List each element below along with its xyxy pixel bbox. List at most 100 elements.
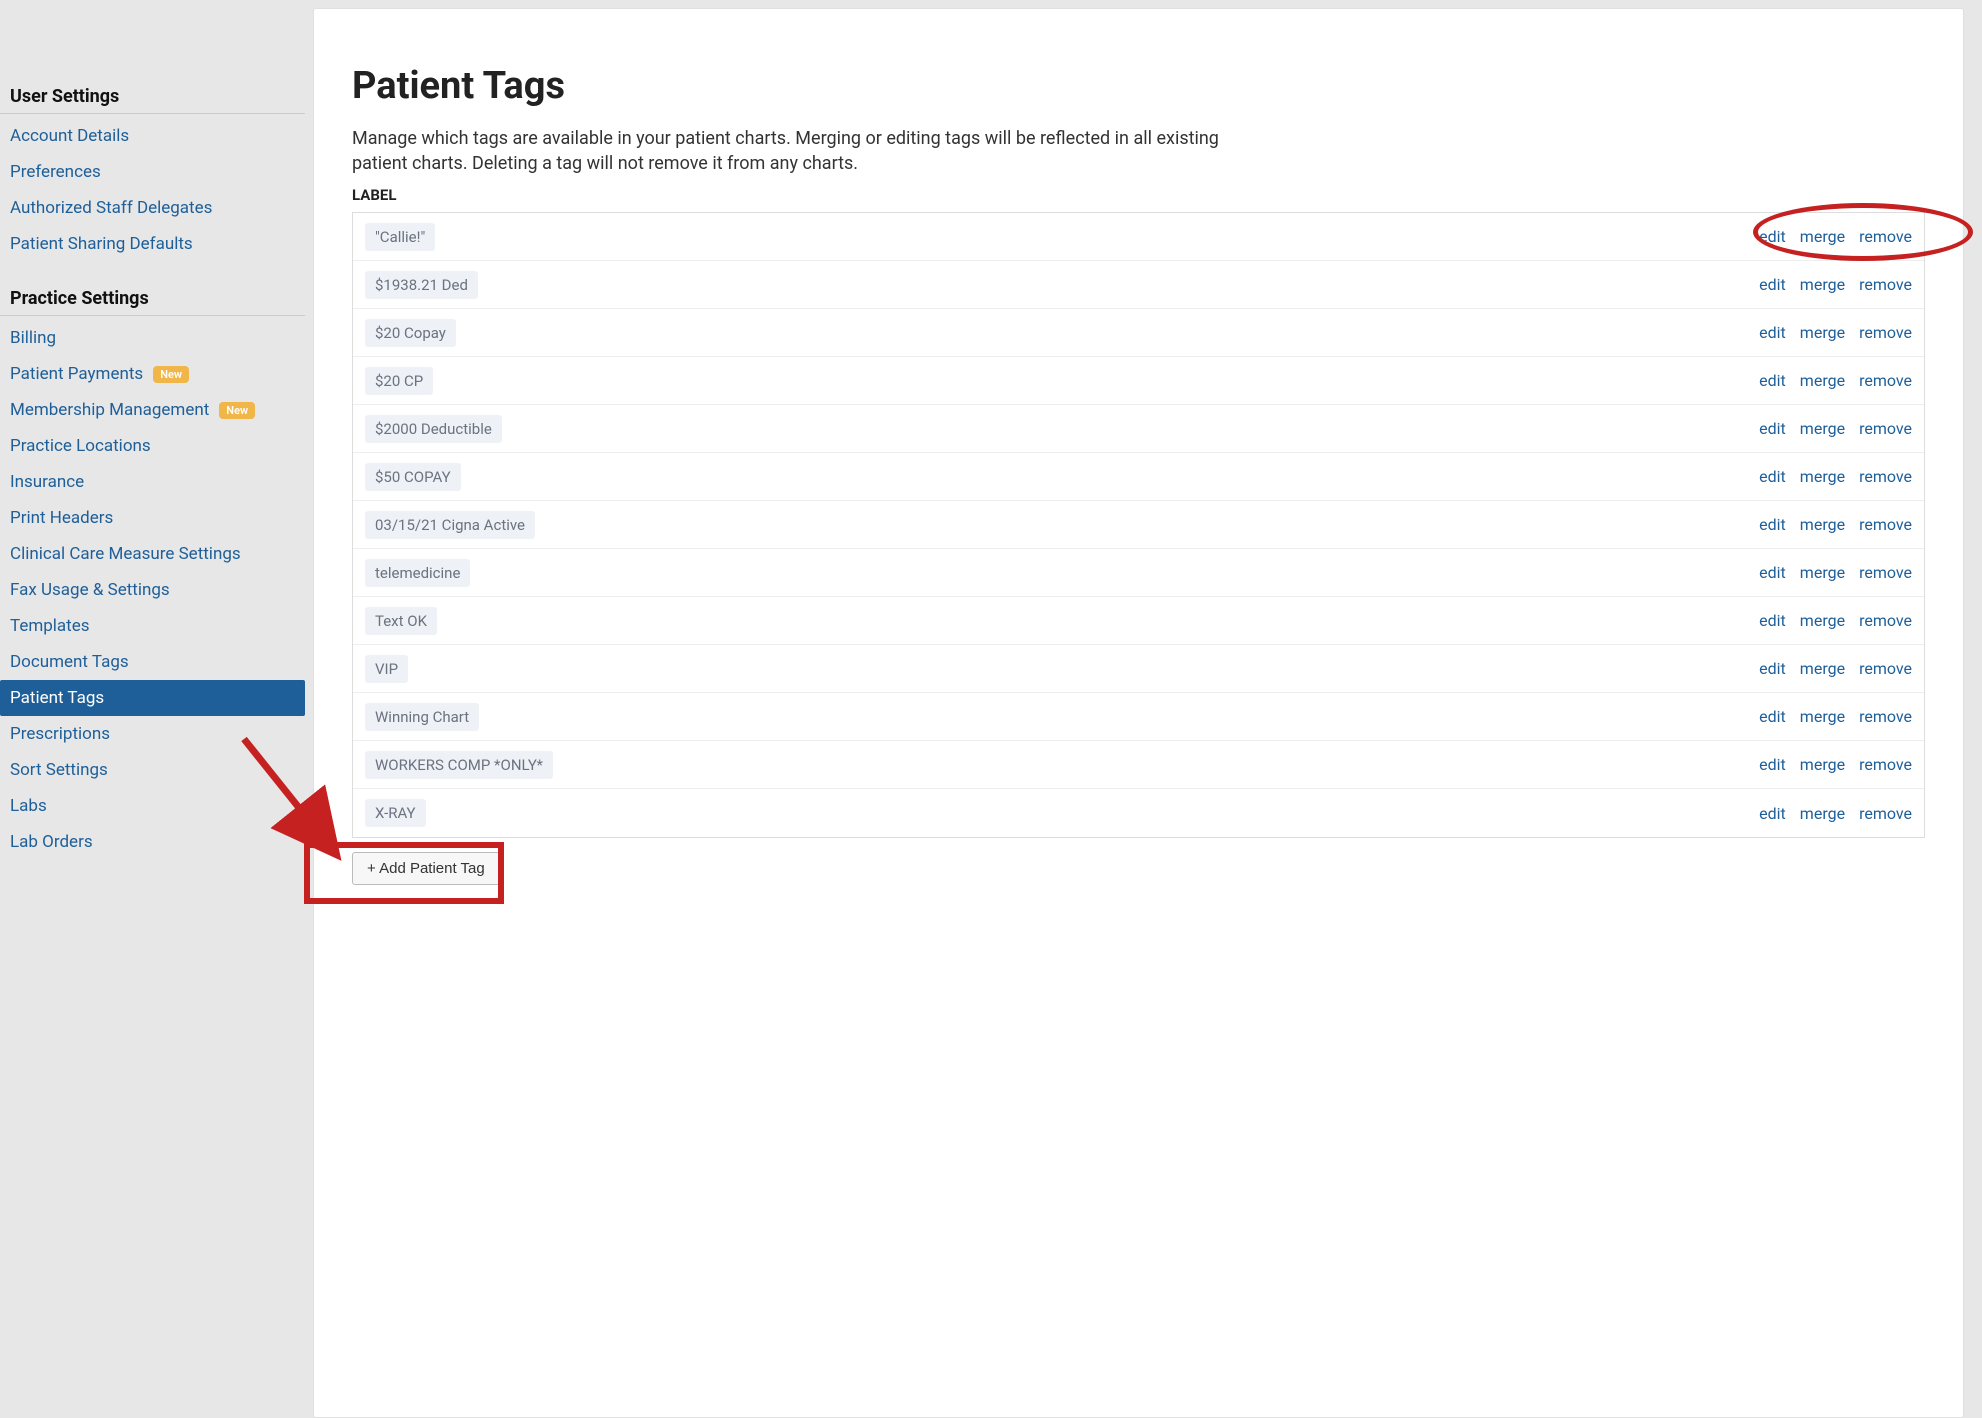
sidebar-item-label: Prescriptions — [10, 724, 110, 744]
sidebar-item-lab-orders[interactable]: Lab Orders — [0, 824, 305, 860]
sidebar-item-document-tags[interactable]: Document Tags — [0, 644, 305, 680]
merge-link[interactable]: merge — [1800, 323, 1845, 342]
table-row: $1938.21 Ded edit merge remove — [353, 261, 1924, 309]
sidebar-item-billing[interactable]: Billing — [0, 320, 305, 356]
remove-link[interactable]: remove — [1859, 515, 1912, 534]
sidebar-item-label: Clinical Care Measure Settings — [10, 544, 241, 564]
sidebar-item-prescriptions[interactable]: Prescriptions — [0, 716, 305, 752]
edit-link[interactable]: edit — [1759, 515, 1786, 534]
table-row: $50 COPAY edit merge remove — [353, 453, 1924, 501]
edit-link[interactable]: edit — [1759, 275, 1786, 294]
sidebar-item-insurance[interactable]: Insurance — [0, 464, 305, 500]
tag-label-pill: $2000 Deductible — [365, 415, 502, 443]
merge-link[interactable]: merge — [1800, 467, 1845, 486]
edit-link[interactable]: edit — [1759, 659, 1786, 678]
sidebar-item-label: Sort Settings — [10, 760, 108, 780]
remove-link[interactable]: remove — [1859, 707, 1912, 726]
sidebar-item-sort-settings[interactable]: Sort Settings — [0, 752, 305, 788]
edit-link[interactable]: edit — [1759, 323, 1786, 342]
merge-link[interactable]: merge — [1800, 755, 1845, 774]
remove-link[interactable]: remove — [1859, 419, 1912, 438]
tag-label-pill: WORKERS COMP *ONLY* — [365, 751, 553, 779]
merge-link[interactable]: merge — [1800, 804, 1845, 823]
sidebar-item-label: Preferences — [10, 162, 101, 182]
add-button-container: + Add Patient Tag — [352, 852, 1925, 885]
page-title: Patient Tags — [352, 64, 1925, 108]
sidebar-item-practice-locations[interactable]: Practice Locations — [0, 428, 305, 464]
sidebar-item-label: Billing — [10, 328, 56, 348]
tag-label-pill: Text OK — [365, 607, 437, 635]
edit-link[interactable]: edit — [1759, 563, 1786, 582]
table-row: "Callie!" edit merge remove — [353, 213, 1924, 261]
table-row: telemedicine edit merge remove — [353, 549, 1924, 597]
sidebar-item-label: Document Tags — [10, 652, 129, 672]
remove-link[interactable]: remove — [1859, 227, 1912, 246]
sidebar-item-label: Patient Payments — [10, 364, 143, 384]
edit-link[interactable]: edit — [1759, 371, 1786, 390]
remove-link[interactable]: remove — [1859, 563, 1912, 582]
sidebar-item-print-headers[interactable]: Print Headers — [0, 500, 305, 536]
merge-link[interactable]: merge — [1800, 659, 1845, 678]
sidebar-item-label: Practice Locations — [10, 436, 151, 456]
sidebar-item-clinical-care-measure-settings[interactable]: Clinical Care Measure Settings — [0, 536, 305, 572]
tag-table: "Callie!" edit merge remove $1938.21 Ded edit… — [352, 212, 1925, 838]
table-row: WORKERS COMP *ONLY* edit merge remove — [353, 741, 1924, 789]
remove-link[interactable]: remove — [1859, 371, 1912, 390]
tag-label-pill: telemedicine — [365, 559, 470, 587]
edit-link[interactable]: edit — [1759, 467, 1786, 486]
tag-label-pill: 03/15/21 Cigna Active — [365, 511, 535, 539]
table-row: VIP edit merge remove — [353, 645, 1924, 693]
sidebar-item-authorized-staff-delegates[interactable]: Authorized Staff Delegates — [0, 190, 305, 226]
remove-link[interactable]: remove — [1859, 659, 1912, 678]
edit-link[interactable]: edit — [1759, 611, 1786, 630]
merge-link[interactable]: merge — [1800, 275, 1845, 294]
tag-label-pill: $1938.21 Ded — [365, 271, 478, 299]
sidebar-item-preferences[interactable]: Preferences — [0, 154, 305, 190]
sidebar-item-label: Templates — [10, 616, 90, 636]
sidebar-item-label: Authorized Staff Delegates — [10, 198, 212, 218]
merge-link[interactable]: merge — [1800, 515, 1845, 534]
sidebar-item-labs[interactable]: Labs — [0, 788, 305, 824]
sidebar-item-label: Patient Sharing Defaults — [10, 234, 193, 254]
sidebar-item-label: Insurance — [10, 472, 84, 492]
table-row: Text OK edit merge remove — [353, 597, 1924, 645]
tag-label-pill: "Callie!" — [365, 223, 435, 251]
merge-link[interactable]: merge — [1800, 227, 1845, 246]
table-row: Winning Charteditmergeremove — [353, 693, 1924, 741]
remove-link[interactable]: remove — [1859, 323, 1912, 342]
remove-link[interactable]: remove — [1859, 611, 1912, 630]
edit-link[interactable]: edit — [1759, 419, 1786, 438]
edit-link[interactable]: edit — [1759, 804, 1786, 823]
tag-label-pill: $20 CP — [365, 367, 433, 395]
sidebar-item-templates[interactable]: Templates — [0, 608, 305, 644]
edit-link[interactable]: edit — [1759, 755, 1786, 774]
tag-label-pill: X-RAY — [365, 799, 426, 827]
merge-link[interactable]: merge — [1800, 371, 1845, 390]
new-badge: New — [219, 402, 255, 419]
sidebar-item-patient-payments[interactable]: Patient Payments New — [0, 356, 305, 392]
sidebar-item-patient-sharing-defaults[interactable]: Patient Sharing Defaults — [0, 226, 305, 262]
new-badge: New — [153, 366, 189, 383]
remove-link[interactable]: remove — [1859, 755, 1912, 774]
remove-link[interactable]: remove — [1859, 804, 1912, 823]
tag-label-pill: $50 COPAY — [365, 463, 461, 491]
add-patient-tag-button[interactable]: + Add Patient Tag — [352, 852, 500, 885]
merge-link[interactable]: merge — [1800, 707, 1845, 726]
sidebar-item-patient-tags[interactable]: Patient Tags — [0, 680, 305, 716]
tag-label-pill: VIP — [365, 655, 408, 683]
sidebar-item-account-details[interactable]: Account Details — [0, 118, 305, 154]
sidebar-item-label: Print Headers — [10, 508, 113, 528]
edit-link[interactable]: edit — [1759, 227, 1786, 246]
sidebar-item-label: Fax Usage & Settings — [10, 580, 170, 600]
sidebar-item-membership-management[interactable]: Membership ManagementNew — [0, 392, 305, 428]
edit-link[interactable]: edit — [1759, 707, 1786, 726]
remove-link[interactable]: remove — [1859, 275, 1912, 294]
sidebar: User SettingsAccount DetailsPreferencesA… — [0, 0, 305, 1418]
merge-link[interactable]: merge — [1800, 419, 1845, 438]
merge-link[interactable]: merge — [1800, 611, 1845, 630]
merge-link[interactable]: merge — [1800, 563, 1845, 582]
sidebar-item-label: Labs — [10, 796, 47, 816]
sidebar-item-fax-usage-settings[interactable]: Fax Usage & Settings — [0, 572, 305, 608]
sidebar-item-label: Lab Orders — [10, 832, 93, 852]
remove-link[interactable]: remove — [1859, 467, 1912, 486]
